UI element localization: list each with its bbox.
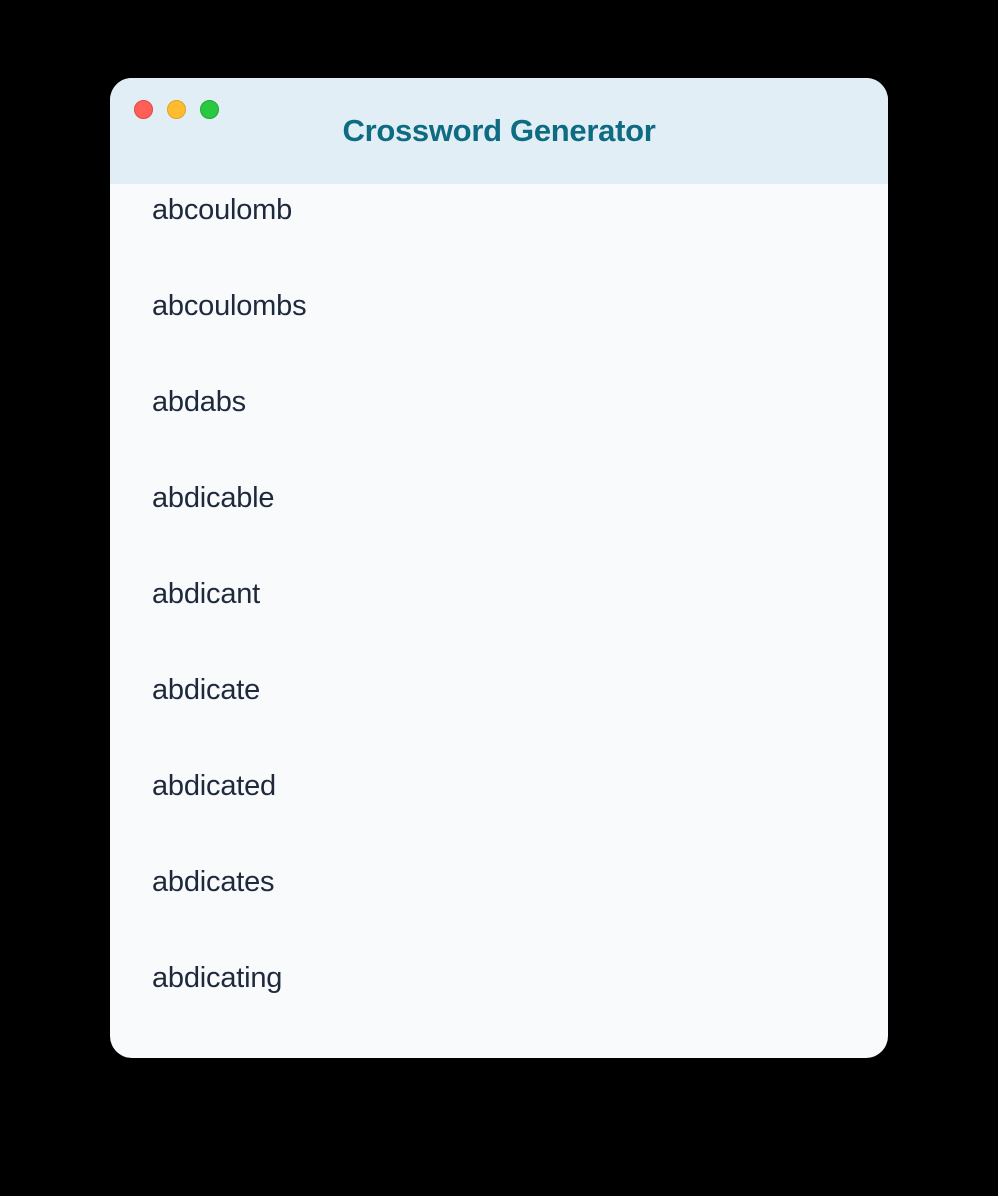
window-controls — [134, 100, 219, 119]
list-item[interactable]: abdicated — [152, 738, 306, 834]
list-item[interactable]: abdabs — [152, 354, 306, 450]
list-item[interactable]: abcoulomb — [152, 184, 306, 258]
word-list: abcoulomb abcoulombs abdabs abdicable ab… — [152, 184, 306, 1058]
maximize-window-button[interactable] — [200, 100, 219, 119]
list-item[interactable]: abdicable — [152, 450, 306, 546]
app-title: Crossword Generator — [343, 113, 656, 149]
app-window: Crossword Generator abcoulomb abcoulombs… — [110, 78, 888, 1058]
content-area[interactable]: abcoulomb abcoulombs abdabs abdicable ab… — [110, 184, 888, 1058]
list-item[interactable]: abdicating — [152, 930, 306, 1026]
list-item[interactable]: abdicate — [152, 642, 306, 738]
titlebar: Crossword Generator — [110, 78, 888, 184]
minimize-window-button[interactable] — [167, 100, 186, 119]
list-item[interactable]: abdicates — [152, 834, 306, 930]
close-window-button[interactable] — [134, 100, 153, 119]
list-item[interactable]: abdicant — [152, 546, 306, 642]
list-item[interactable]: abdication — [152, 1026, 306, 1058]
list-item[interactable]: abcoulombs — [152, 258, 306, 354]
